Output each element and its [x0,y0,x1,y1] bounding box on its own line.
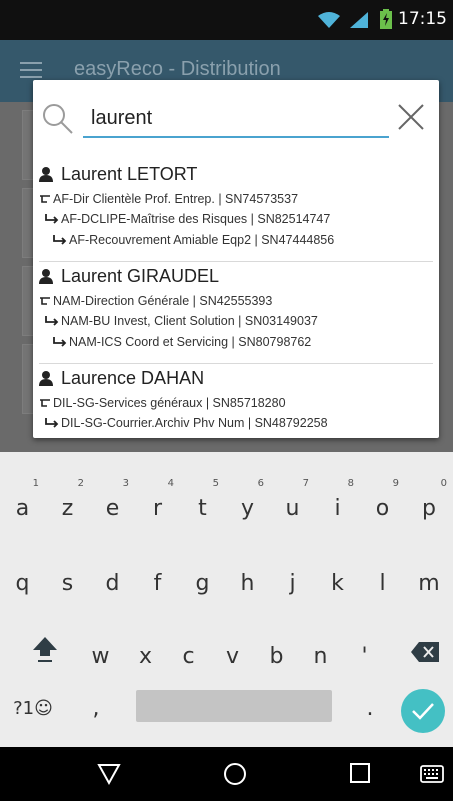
hierarchy-icon [39,193,51,207]
key-r[interactable]: 4r [135,474,180,534]
org-line: AF-Dir Clientèle Prof. Entrep. | SN74573… [53,192,299,206]
navigation-bar [0,747,453,801]
search-dialog: Laurent LETORT AF-Dir Clientèle Prof. En… [33,80,439,438]
key-k[interactable]: k [315,549,360,609]
org-line: DIL-SG-Courrier.Archiv Phv Num | SN48792… [61,416,328,430]
hierarchy-icon [39,295,51,309]
list-item[interactable]: Laurent LETORT AF-Dir Clientèle Prof. En… [39,160,433,262]
key-i[interactable]: 8i [315,474,360,534]
key-l[interactable]: l [360,549,405,609]
arrow-right-icon [53,234,67,248]
battery-charging-icon [380,9,392,34]
org-line: NAM-BU Invest, Client Solution | SN03149… [61,314,318,328]
signal-icon [350,12,368,33]
key-x[interactable]: x [123,622,168,682]
key-p[interactable]: 0p [405,474,453,534]
soft-keyboard: 1a 2z 3e 4r 5t 6y 7u 8i 9o 0p q s d f g … [0,452,453,747]
key-v[interactable]: v [210,622,255,682]
arrow-right-icon [45,315,59,329]
search-icon [41,102,75,141]
hierarchy-icon [39,397,51,411]
key-d[interactable]: d [90,549,135,609]
org-line: NAM-ICS Coord et Servicing | SN80798762 [69,335,312,349]
key-e[interactable]: 3e [90,474,135,534]
clock: 17:15 [398,9,447,29]
org-line: AF-DCLIPE-Maîtrise des Risques | SN82514… [61,212,331,226]
key-y[interactable]: 6y [225,474,270,534]
done-button[interactable] [401,689,445,733]
backspace-icon [411,642,439,668]
key-period[interactable]: . [350,678,390,738]
key-q[interactable]: q [0,549,45,609]
backspace-key[interactable] [398,622,450,682]
key-b[interactable]: b [254,622,299,682]
key-j[interactable]: j [270,549,315,609]
key-u[interactable]: 7u [270,474,315,534]
key-m[interactable]: m [405,549,453,609]
person-icon [39,269,53,289]
back-icon[interactable] [96,761,122,792]
key-c[interactable]: c [166,622,211,682]
list-item[interactable]: Laurent GIRAUDEL NAM-Direction Générale … [39,262,433,364]
shift-key[interactable] [20,622,70,682]
key-comma[interactable]: , [76,678,116,738]
key-o[interactable]: 9o [360,474,405,534]
arrow-right-icon [45,213,59,227]
search-row [33,80,439,150]
status-bar: 17:15 [0,0,453,40]
result-name: Laurence DAHAN [61,368,205,388]
key-n[interactable]: n [298,622,343,682]
key-z[interactable]: 2z [45,474,90,534]
key-g[interactable]: g [180,549,225,609]
symbols-key[interactable]: ?1☺ [6,678,60,738]
wifi-icon [318,12,340,33]
results-list: Laurent LETORT AF-Dir Clientèle Prof. En… [33,160,439,438]
key-w[interactable]: w [78,622,123,682]
key-s[interactable]: s [45,549,90,609]
person-icon [39,371,53,391]
keyboard-switch-icon[interactable] [420,765,444,788]
recents-icon[interactable] [348,761,372,790]
arrow-right-icon [53,336,67,350]
result-name: Laurent LETORT [61,164,198,184]
close-icon[interactable] [396,102,426,137]
arrow-right-icon [45,417,59,431]
keyboard-row-1: 1a 2z 3e 4r 5t 6y 7u 8i 9o 0p [0,474,453,534]
home-icon[interactable] [222,761,248,792]
key-apostrophe[interactable]: ' [342,622,387,682]
key-a[interactable]: 1a [0,474,45,534]
search-input[interactable] [83,100,389,138]
app-title: easyReco - Distribution [74,58,281,80]
space-bar[interactable] [136,690,332,722]
shift-icon [32,636,58,670]
org-line: DIL-SG-Services généraux | SN85718280 [53,396,286,410]
check-icon [411,701,435,726]
result-name: Laurent GIRAUDEL [61,266,220,286]
menu-icon [20,62,42,78]
key-t[interactable]: 5t [180,474,225,534]
org-line: NAM-Direction Générale | SN42555393 [53,294,273,308]
list-item[interactable]: Laurence DAHAN DIL-SG-Services généraux … [39,364,433,438]
person-icon [39,167,53,187]
keyboard-row-3: w x c v b n ' [0,622,453,682]
org-line: AF-Recouvrement Amiable Eqp2 | SN4744485… [69,233,335,247]
key-f[interactable]: f [135,549,180,609]
keyboard-row-2: q s d f g h j k l m [0,549,453,609]
key-h[interactable]: h [225,549,270,609]
